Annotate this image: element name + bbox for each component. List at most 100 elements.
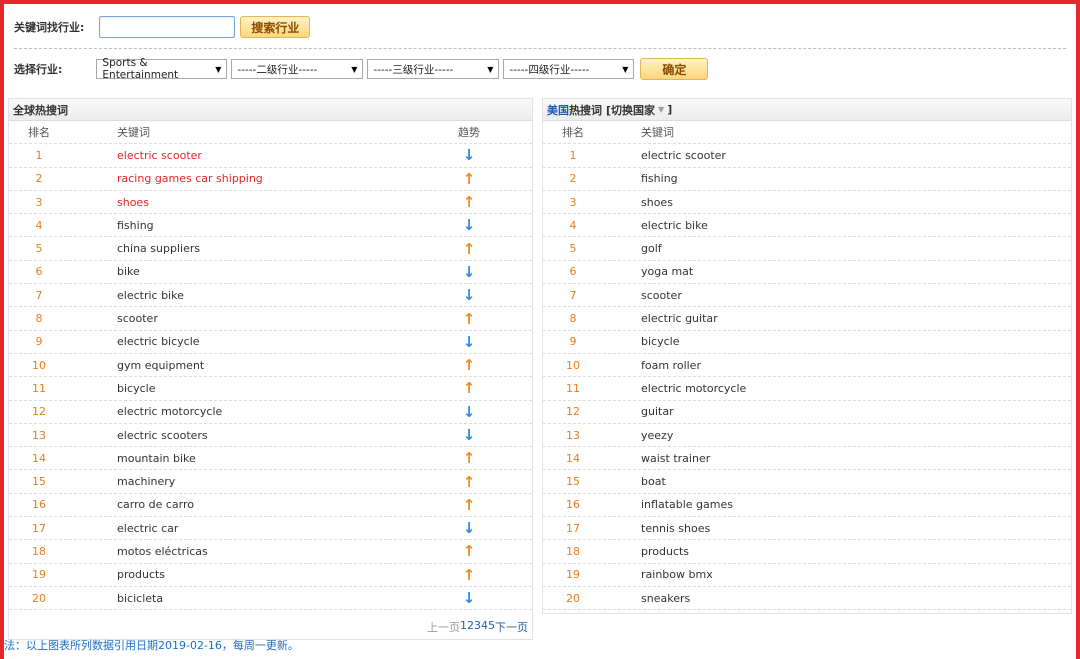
keyword-link[interactable]: boat	[641, 470, 666, 492]
table-row: 6 bike ↓	[9, 261, 532, 285]
keyword-link[interactable]: electric scooter	[117, 144, 202, 166]
arrow-up-icon: ↑	[462, 309, 476, 328]
table-row: 4 fishing ↓	[9, 214, 532, 238]
keyword-link[interactable]: electric car	[117, 517, 178, 539]
industry-level3-value: -----三级行业-----	[373, 63, 454, 76]
trend-cell: ↑	[449, 377, 489, 399]
keyword-link[interactable]: racing games car shipping	[117, 168, 263, 190]
keyword-link[interactable]: fishing	[117, 214, 154, 236]
keyword-link[interactable]: carro de carro	[117, 494, 194, 516]
table-row: 12 guitar	[543, 401, 1071, 424]
keyword-link[interactable]: shoes	[117, 191, 149, 213]
keyword-link[interactable]: electric scooter	[641, 144, 726, 166]
keyword-link[interactable]: mountain bike	[117, 447, 196, 469]
keyword-link[interactable]: bike	[117, 261, 140, 283]
rank-cell: 19	[566, 568, 580, 582]
keyword-link[interactable]: yoga mat	[641, 261, 693, 283]
keyword-link[interactable]: motos eléctricas	[117, 540, 208, 562]
arrow-down-icon: ↓	[462, 332, 476, 351]
page-link[interactable]: 3	[474, 619, 481, 635]
keyword-link[interactable]: guitar	[641, 401, 674, 423]
trend-cell: ↓	[449, 401, 489, 423]
prev-page-link[interactable]: 上一页	[427, 619, 460, 635]
keyword-link[interactable]: inflatable games	[641, 494, 733, 516]
industry-level3-select[interactable]: -----三级行业----- ▼	[367, 59, 500, 79]
global-hot-keywords-panel: 全球热搜词 排名 关键词 趋势 1 electric scooter ↓ 2 racin…	[8, 98, 533, 640]
table-row: 14 waist trainer	[543, 447, 1071, 471]
keyword-link[interactable]: products	[117, 564, 165, 586]
keyword-search-input[interactable]	[99, 16, 236, 38]
keyword-link[interactable]: electric guitar	[641, 307, 718, 329]
keyword-link[interactable]: electric scooters	[117, 424, 208, 446]
keyword-link[interactable]: electric bike	[641, 214, 708, 236]
keyword-link[interactable]: yeezy	[641, 424, 673, 446]
keyword-link[interactable]: machinery	[117, 470, 175, 492]
arrow-down-icon: ↓	[462, 262, 476, 281]
industry-level4-value: -----四级行业-----	[509, 63, 590, 76]
rank-cell: 5	[569, 242, 577, 256]
rank-cell: 7	[35, 288, 43, 302]
search-industry-button[interactable]: 搜索行业	[240, 16, 311, 38]
keyword-link[interactable]: bicycle	[641, 331, 679, 353]
page-link[interactable]: 5	[488, 619, 495, 635]
keyword-link[interactable]: tennis shoes	[641, 517, 710, 539]
keyword-link[interactable]: electric bike	[117, 284, 184, 306]
keyword-link[interactable]: bicycle	[117, 377, 155, 399]
switch-country-link[interactable]: [切换国家	[606, 102, 655, 118]
industry-level1-select[interactable]: Sports & Entertainment ▼	[96, 57, 228, 81]
arrow-down-icon: ↓	[462, 426, 476, 444]
panel-title: 全球热搜词	[9, 99, 532, 121]
rank-cell: 3	[35, 195, 43, 209]
table-row: 1 electric scooter ↓	[9, 144, 532, 168]
keyword-link[interactable]: shoes	[641, 191, 673, 213]
keyword-link[interactable]: sneakers	[641, 587, 690, 609]
table-row: 17 tennis shoes	[543, 517, 1071, 541]
table-row: 11 electric motorcycle	[543, 377, 1071, 401]
trend-cell: ↓	[449, 517, 489, 539]
arrow-down-icon: ↓	[462, 286, 476, 305]
keyword-link[interactable]: rainbow bmx	[641, 564, 713, 586]
next-page-link[interactable]: 下一页	[495, 619, 528, 635]
triangle-down-icon: ▼	[487, 64, 494, 74]
country-hot-keywords-panel: 美国 热搜词 [切换国家 ▼ ] 排名 关键词 1 electric scoote…	[542, 98, 1072, 614]
keyword-link[interactable]: gym equipment	[117, 354, 204, 376]
table-row: 9 bicycle	[543, 331, 1071, 354]
table-row: 6 yoga mat	[543, 261, 1071, 285]
rank-cell: 15	[32, 475, 46, 489]
keyword-link[interactable]: electric motorcycle	[117, 401, 222, 423]
trend-cell: ↑	[449, 540, 489, 562]
caret-down-icon[interactable]: ▼	[658, 105, 664, 114]
keyword-search-label: 关键词找行业:	[14, 21, 85, 34]
column-keyword: 关键词	[117, 126, 150, 140]
trend-cell: ↑	[449, 354, 489, 376]
trend-cell: ↑	[449, 447, 489, 469]
trend-cell: ↓	[449, 331, 489, 353]
trend-cell: ↑	[449, 494, 489, 516]
keyword-link[interactable]: golf	[641, 237, 662, 259]
arrow-up-icon: ↑	[462, 193, 476, 212]
rank-cell: 14	[566, 451, 580, 465]
industry-level4-select[interactable]: -----四级行业----- ▼	[503, 59, 635, 79]
keyword-link[interactable]: scooter	[641, 284, 682, 306]
keyword-link[interactable]: foam roller	[641, 354, 701, 376]
rank-cell: 11	[566, 381, 580, 395]
table-row: 20 sneakers	[543, 587, 1071, 611]
keyword-link[interactable]: china suppliers	[117, 237, 200, 259]
keyword-link[interactable]: electric bicycle	[117, 331, 200, 353]
panel-title: 美国 热搜词 [切换国家 ▼ ]	[543, 99, 1071, 121]
page-link[interactable]: 4	[481, 619, 488, 635]
rank-cell: 10	[32, 358, 46, 372]
keyword-link[interactable]: electric motorcycle	[641, 377, 746, 399]
keyword-link[interactable]: waist trainer	[641, 447, 710, 469]
industry-level2-select[interactable]: -----二级行业----- ▼	[231, 59, 364, 79]
trend-cell: ↑	[449, 470, 489, 492]
page-link[interactable]: 1	[460, 619, 467, 635]
keyword-link[interactable]: products	[641, 540, 689, 562]
keyword-link[interactable]: bicicleta	[117, 587, 163, 609]
trend-cell: ↑	[449, 237, 489, 259]
page-link[interactable]: 2	[467, 619, 474, 635]
confirm-button[interactable]: 确定	[640, 58, 709, 80]
keyword-link[interactable]: fishing	[641, 168, 678, 190]
keyword-link[interactable]: scooter	[117, 307, 158, 329]
rank-cell: 8	[569, 312, 577, 326]
